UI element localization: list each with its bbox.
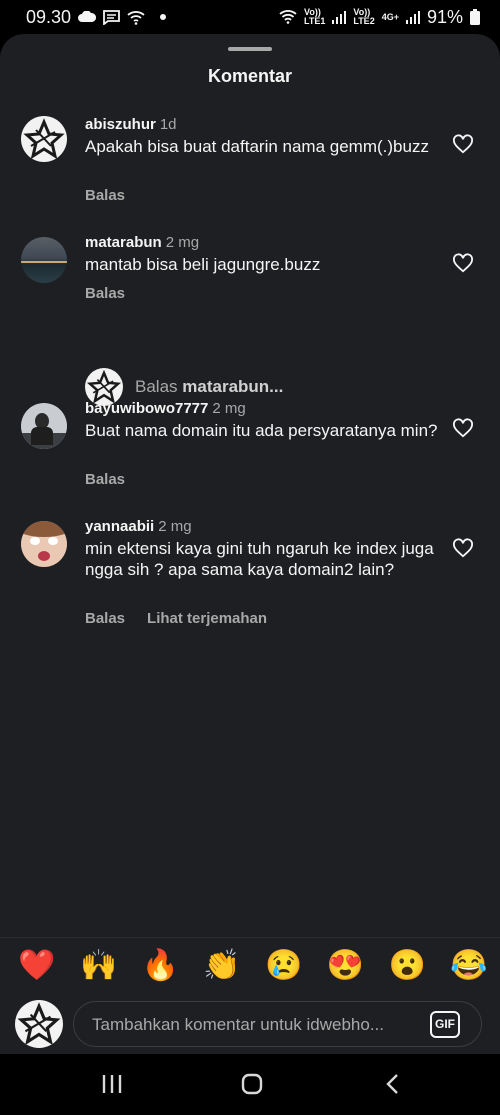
system-navigation-bar (0, 1054, 500, 1115)
comment-header: bayuwibowo7777 2 mg (85, 400, 246, 417)
username[interactable]: bayuwibowo7777 (85, 400, 208, 417)
reply-prompt-username: matarabun... (182, 377, 284, 396)
comment-time: 2 mg (158, 518, 192, 535)
comment-actions: Balas (85, 285, 125, 302)
reply-button[interactable]: Balas (85, 187, 125, 204)
comment-actions: Balas (85, 471, 125, 488)
battery-icon (470, 9, 480, 25)
emoji-crying-face[interactable]: 😢 (259, 948, 309, 984)
username[interactable]: yannaabii (85, 518, 154, 535)
reply-button[interactable]: Balas (85, 610, 125, 627)
wifi-call-icon (127, 10, 145, 25)
heart-outline-icon[interactable] (452, 538, 474, 558)
emoji-bar: ❤️ 🙌 🔥 👏 😢 😍 😮 😂 (12, 948, 494, 984)
emoji-clapping-hands[interactable]: 👏 (197, 948, 247, 984)
back-icon[interactable] (384, 1073, 400, 1095)
see-translation-button[interactable]: Lihat terjemahan (147, 610, 267, 627)
emoji-surprised-face[interactable]: 😮 (382, 948, 432, 984)
comment-text: min ektensi kaya gini tuh ngaruh ke inde… (85, 539, 434, 579)
comment-time: 2 mg (165, 234, 200, 251)
wifi-icon (279, 10, 297, 24)
comment-time: 1d (159, 116, 177, 133)
comment-header: yannaabii 2 mg (85, 518, 192, 535)
avatar (15, 1000, 63, 1048)
avatar[interactable] (21, 116, 67, 162)
emoji-heart-eyes[interactable]: 😍 (321, 948, 371, 984)
username[interactable]: matarabun (85, 234, 162, 251)
status-bar: 09.30 Vo)) LTE1 Vo)) LTE2 4G+ 91% (0, 0, 500, 34)
gif-button[interactable]: GIF (430, 1011, 460, 1038)
emoji-raising-hands[interactable]: 🙌 (74, 948, 124, 984)
emoji-fire[interactable]: 🔥 (135, 948, 185, 984)
clock: 09.30 (26, 6, 72, 27)
comment-actions: Balas (85, 187, 125, 204)
battery-percent: 91% (426, 6, 463, 27)
comment-input-placeholder: Tambahkan komentar untuk idwebho... (92, 1015, 385, 1034)
home-icon[interactable] (241, 1073, 263, 1095)
emoji-laughing-face[interactable]: 😂 (444, 948, 494, 984)
reply-button[interactable]: Balas (85, 285, 125, 302)
avatar[interactable] (21, 521, 67, 567)
reply-button[interactable]: Balas (85, 471, 125, 488)
comment-header: abiszuhur 1d (85, 116, 177, 133)
avatar[interactable] (21, 403, 67, 449)
recents-icon[interactable] (101, 1074, 123, 1094)
message-icon (103, 9, 120, 25)
heart-outline-icon[interactable] (452, 418, 474, 438)
emoji-red-heart[interactable]: ❤️ (12, 948, 62, 984)
sim1-network: Vo)) LTE1 (304, 7, 326, 26)
comment-composer: Tambahkan komentar untuk idwebho... GIF (0, 1000, 500, 1054)
sim2-generation: 4G+ (381, 11, 399, 22)
avatar[interactable] (21, 237, 67, 283)
comment-text: Apakah bisa buat daftarin nama gemm(.)bu… (85, 137, 429, 156)
signal-icon (405, 10, 420, 24)
comment-text: mantab bisa beli jagungre.buzz (85, 255, 321, 274)
star-logo-icon (17, 1002, 61, 1046)
sim2-network: Vo)) LTE2 (353, 7, 375, 26)
comment-text: Buat nama domain itu ada persyaratanya m… (85, 421, 438, 440)
sheet-title: Komentar (207, 66, 292, 86)
heart-outline-icon[interactable] (452, 134, 474, 154)
comment-header: matarabun 2 mg (85, 234, 199, 251)
comment-input[interactable]: Tambahkan komentar untuk idwebho... GIF (73, 1001, 482, 1047)
heart-outline-icon[interactable] (452, 253, 474, 273)
username[interactable]: abiszuhur (85, 116, 156, 133)
divider (0, 937, 500, 938)
reply-prompt-text: Balas matarabun... (135, 377, 284, 396)
comment-time: 2 mg (212, 400, 246, 417)
comment-actions: Balas Lihat terjemahan (85, 610, 267, 627)
signal-icon (332, 10, 347, 24)
comments-sheet: Komentar abiszuhur 1d Apakah bisa buat da… (0, 34, 500, 1054)
cloud-icon (78, 11, 97, 22)
sheet-drag-handle[interactable] (228, 47, 272, 51)
star-logo-icon (23, 118, 65, 160)
notification-dot-icon (160, 14, 167, 20)
